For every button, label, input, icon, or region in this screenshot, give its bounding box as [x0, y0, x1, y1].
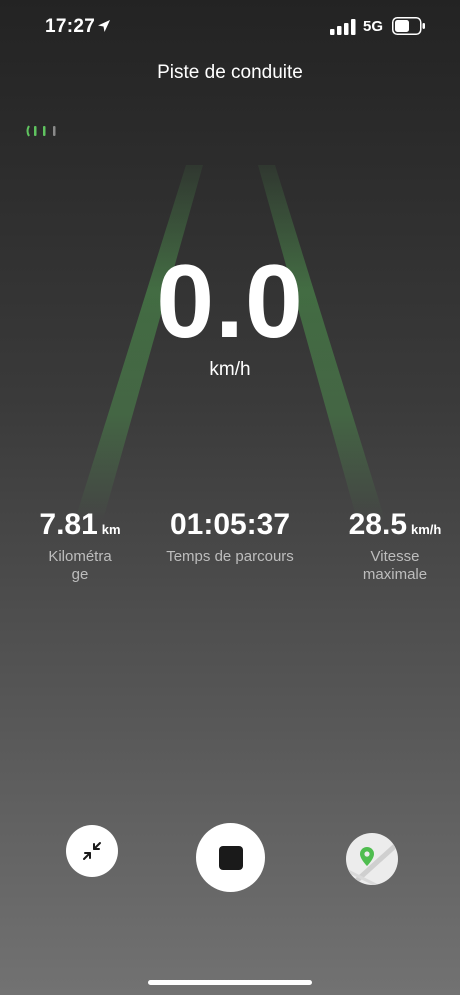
- page-title: Piste de conduite: [157, 62, 303, 83]
- max-speed-value: 28.5: [348, 508, 408, 541]
- status-time: 17:27: [45, 16, 96, 37]
- max-speed-unit: km/h: [411, 522, 442, 537]
- collapse-button[interactable]: [66, 825, 118, 877]
- stop-button[interactable]: [196, 823, 265, 892]
- map-pin-icon: [347, 843, 398, 885]
- max-speed-label: Vitesse maximale: [362, 548, 428, 583]
- collapse-arrows-icon: [83, 842, 101, 860]
- map-button[interactable]: [346, 833, 398, 885]
- stat-distance: 7.81 km Kilométra ge: [30, 508, 130, 584]
- stat-ride-time: 01:05:37 Temps de parcours: [150, 508, 310, 566]
- distance-unit: km: [101, 522, 121, 537]
- status-bar: 17:27 5G: [0, 0, 460, 56]
- distance-label: Kilométra ge: [48, 548, 112, 583]
- signal-bars-icon: [330, 19, 356, 35]
- stop-icon: [218, 845, 243, 870]
- ride-time-label: Temps de parcours: [166, 548, 294, 565]
- distance-value: 7.81: [39, 508, 98, 541]
- home-indicator[interactable]: [148, 980, 312, 985]
- network-type: 5G: [363, 18, 384, 35]
- current-speed: 0.0: [156, 244, 304, 360]
- speed-unit: km/h: [209, 359, 251, 380]
- location-arrow-icon: [98, 20, 110, 32]
- battery-icon: [392, 17, 425, 35]
- stat-max-speed: 28.5 km/h Vitesse maximale: [340, 508, 450, 584]
- connection-signal-icon: [26, 125, 56, 137]
- ride-time-value: 01:05:37: [169, 508, 291, 541]
